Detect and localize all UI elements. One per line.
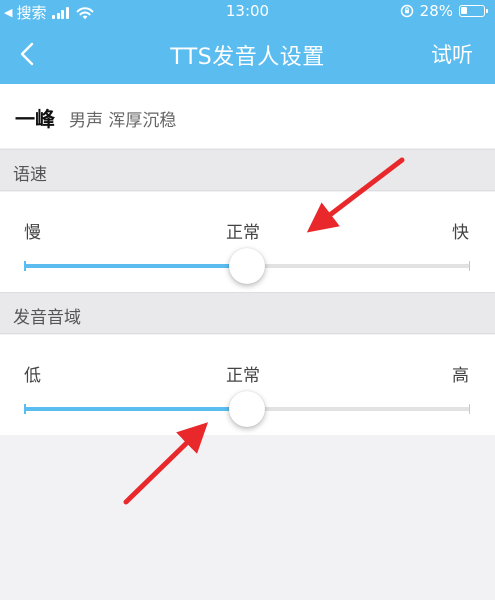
app-header: ◀ 搜索 13:00 28% TTS发音人设置 试听: [0, 0, 495, 84]
battery-icon: [459, 5, 488, 17]
speed-track-end-cap: [468, 261, 470, 271]
pitch-slider-fill: [24, 407, 247, 411]
pitch-slider-panel: 低 正常 高: [0, 335, 495, 435]
page-title: TTS发音人设置: [170, 45, 325, 70]
battery-level: [461, 7, 467, 14]
voice-name: 一峰: [15, 107, 55, 131]
pitch-slider-thumb[interactable]: [229, 391, 265, 427]
nav-bar: TTS发音人设置 试听: [0, 24, 495, 84]
speed-track-start-cap: [24, 261, 26, 271]
speed-min-label: 慢: [24, 223, 41, 243]
voice-selector-row[interactable]: 一峰 男声 浑厚沉稳: [0, 84, 495, 148]
speed-slider-thumb[interactable]: [229, 248, 265, 284]
section-title-speed: 语速: [13, 165, 47, 185]
battery-cap: [486, 9, 488, 13]
preview-button[interactable]: 试听: [431, 39, 473, 69]
rotation-lock-icon: [400, 4, 413, 18]
pitch-max-label: 高: [452, 366, 469, 386]
pitch-track-start-cap: [24, 404, 26, 414]
annotation-arrow-pitch: [123, 422, 209, 505]
speed-slider-fill: [24, 264, 247, 268]
pitch-track-end-cap: [468, 404, 470, 414]
section-header-speed: 语速: [0, 149, 495, 191]
speed-max-label: 快: [452, 223, 469, 243]
battery-percent: 28%: [419, 2, 453, 20]
speed-mid-label: 正常: [226, 223, 260, 243]
pitch-mid-label: 正常: [226, 366, 260, 386]
pitch-min-label: 低: [24, 366, 41, 386]
status-right: 28%: [400, 2, 488, 20]
voice-description: 男声 浑厚沉稳: [69, 111, 177, 131]
section-title-pitch: 发音音域: [13, 308, 81, 328]
section-header-pitch: 发音音域: [0, 292, 495, 334]
status-bar: ◀ 搜索 13:00 28%: [0, 0, 495, 24]
speed-slider-panel: 慢 正常 快: [0, 192, 495, 292]
